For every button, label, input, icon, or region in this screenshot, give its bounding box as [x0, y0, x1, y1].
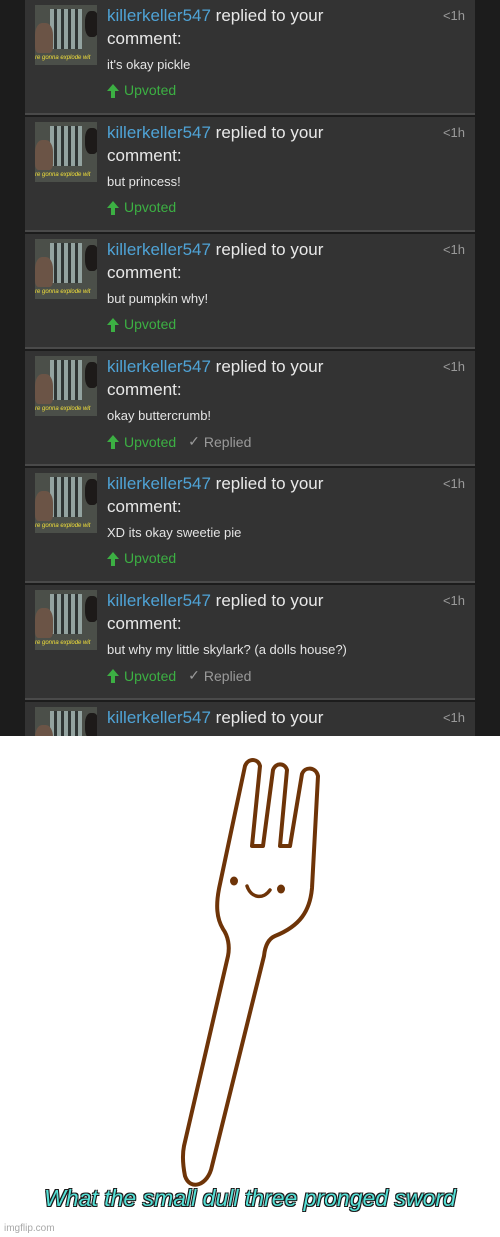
- avatar[interactable]: re gonna explode wit: [35, 590, 97, 650]
- action-text: replied to your: [215, 123, 324, 142]
- username-link[interactable]: killerkeller547: [107, 357, 211, 376]
- avatar-caption: re gonna explode wit: [35, 289, 91, 295]
- upvoted-label[interactable]: Upvoted: [124, 82, 176, 98]
- notification-item[interactable]: re gonna explode wit killerkeller547 rep…: [25, 468, 475, 583]
- avatar[interactable]: re gonna explode wit: [35, 122, 97, 182]
- upvoted-label[interactable]: Upvoted: [124, 668, 176, 684]
- notification-heading: killerkeller547 replied to your: [107, 123, 323, 143]
- action-text-2: comment:: [107, 146, 182, 165]
- notification-item[interactable]: re gonna explode wit killerkeller547 rep…: [25, 585, 475, 700]
- check-icon: ✓: [188, 667, 200, 683]
- avatar-caption: re gonna explode wit: [35, 406, 91, 412]
- smiling-fork-illustration: [180, 758, 320, 1187]
- notification-heading: killerkeller547 replied to your: [107, 240, 323, 260]
- reply-text: okay buttercrumb!: [107, 408, 212, 423]
- notification-item[interactable]: re gonna explode wit killerkeller547 rep…: [25, 351, 475, 466]
- username-link[interactable]: killerkeller547: [107, 240, 211, 259]
- notification-heading: killerkeller547 replied to your: [107, 357, 323, 377]
- notification-actions: Upvoted: [107, 82, 176, 98]
- action-text: replied to your: [215, 357, 324, 376]
- timestamp: <1h: [442, 593, 465, 608]
- avatar[interactable]: re gonna explode wit: [35, 5, 97, 65]
- notification-item[interactable]: killerkeller547 replied to your <1h: [25, 702, 475, 736]
- username-link[interactable]: killerkeller547: [107, 6, 211, 25]
- timestamp: <1h: [442, 710, 465, 725]
- timestamp: <1h: [442, 125, 465, 140]
- upvote-arrow-icon[interactable]: [107, 551, 119, 566]
- watermark: imgflip.com: [4, 1223, 55, 1234]
- avatar-caption: re gonna explode wit: [35, 55, 91, 61]
- action-text: replied to your: [215, 591, 324, 610]
- replied-label: Replied: [203, 433, 252, 450]
- reply-text: but pumpkin why!: [107, 291, 209, 306]
- avatar[interactable]: re gonna explode wit: [35, 473, 97, 533]
- notifications-screenshot: re gonna explode wit killerkeller547 rep…: [0, 0, 500, 736]
- avatar[interactable]: [35, 707, 97, 736]
- action-text-2: comment:: [107, 29, 182, 48]
- notification-actions: Upvoted: [107, 199, 176, 215]
- reply-text: but princess!: [107, 174, 181, 189]
- upvote-arrow-icon[interactable]: [107, 435, 119, 449]
- replied-label: Replied: [203, 667, 252, 684]
- notification-item[interactable]: re gonna explode wit killerkeller547 rep…: [25, 234, 475, 349]
- avatar[interactable]: re gonna explode wit: [35, 239, 97, 299]
- notification-heading: killerkeller547 replied to your: [107, 591, 323, 611]
- timestamp: <1h: [442, 476, 465, 491]
- action-text: replied to your: [215, 240, 324, 259]
- upvote-arrow-icon[interactable]: [107, 317, 119, 332]
- action-text: replied to your: [215, 6, 324, 25]
- avatar[interactable]: re gonna explode wit: [35, 356, 97, 416]
- upvoted-label[interactable]: Upvoted: [124, 434, 176, 450]
- notification-actions: Upvoted ✓ Replied: [107, 433, 251, 450]
- action-text-2: comment:: [107, 263, 182, 282]
- avatar-caption: re gonna explode wit: [35, 172, 91, 178]
- avatar-caption: re gonna explode wit: [35, 523, 91, 529]
- action-text-2: comment:: [107, 497, 182, 516]
- reply-text: XD its okay sweetie pie: [107, 525, 242, 540]
- timestamp: <1h: [442, 359, 465, 374]
- upvoted-label[interactable]: Upvoted: [124, 316, 176, 332]
- action-text-2: comment:: [107, 380, 182, 399]
- meme-caption: What the small dull three pronged sword: [44, 1185, 456, 1211]
- action-text: replied to your: [215, 708, 324, 727]
- upvote-arrow-icon[interactable]: [107, 669, 119, 683]
- fork-meme-panel: What the small dull three pronged sword …: [0, 736, 500, 1237]
- username-link[interactable]: killerkeller547: [107, 708, 211, 727]
- reply-text: but why my little skylark? (a dolls hous…: [107, 642, 347, 657]
- check-icon: ✓: [188, 433, 200, 449]
- action-text: replied to your: [215, 474, 324, 493]
- notification-item[interactable]: re gonna explode wit killerkeller547 rep…: [25, 117, 475, 232]
- timestamp: <1h: [442, 8, 465, 23]
- upvoted-label[interactable]: Upvoted: [124, 199, 176, 215]
- action-text-2: comment:: [107, 614, 182, 633]
- notification-actions: Upvoted: [107, 550, 176, 566]
- avatar-caption: re gonna explode wit: [35, 640, 91, 646]
- upvoted-label[interactable]: Upvoted: [124, 550, 176, 566]
- reply-text: it's okay pickle: [107, 57, 191, 72]
- username-link[interactable]: killerkeller547: [107, 474, 211, 493]
- username-link[interactable]: killerkeller547: [107, 123, 211, 142]
- notification-actions: Upvoted: [107, 316, 176, 332]
- notification-heading: killerkeller547 replied to your: [107, 6, 323, 26]
- username-link[interactable]: killerkeller547: [107, 591, 211, 610]
- upvote-arrow-icon[interactable]: [107, 200, 119, 215]
- notification-heading: killerkeller547 replied to your: [107, 474, 323, 494]
- upvote-arrow-icon[interactable]: [107, 83, 119, 98]
- notification-heading: killerkeller547 replied to your: [107, 708, 323, 728]
- notification-actions: Upvoted ✓ Replied: [107, 667, 251, 684]
- notification-item[interactable]: re gonna explode wit killerkeller547 rep…: [25, 0, 475, 115]
- timestamp: <1h: [442, 242, 465, 257]
